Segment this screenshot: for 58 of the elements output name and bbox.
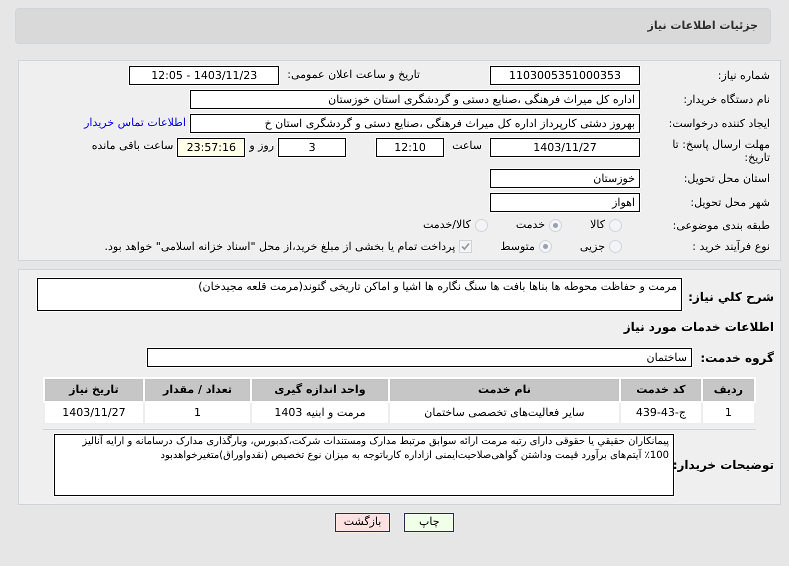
- radio-button[interactable]: [609, 218, 622, 232]
- field-label: تاریخ و ساعت اعلان عمومی:: [287, 67, 420, 84]
- field-label: ساعت باقی مانده: [92, 138, 174, 154]
- radio-label: کالا: [590, 217, 605, 233]
- radio-button[interactable]: [538, 240, 552, 254]
- field-label: استان محل تحویل:: [682, 172, 770, 185]
- field-label: شماره نیاز:: [716, 69, 770, 82]
- announce-date-field[interactable]: 1403/11/23 - 12:05: [129, 66, 280, 85]
- page-header: جزئیات اطلاعات نیاز: [15, 8, 771, 44]
- table-cell: 1403/11/27: [44, 402, 144, 424]
- city-field[interactable]: اهواز: [490, 193, 640, 212]
- table-cell: مرمت و ابنیه 1403: [251, 402, 389, 424]
- service-group-field[interactable]: ساختمان: [147, 348, 692, 367]
- buyer-notes-textarea[interactable]: پیمانکاران حقیقي یا حقوقی دارای رتبه مرمت ارائه سوابق مرتبط مدارک ومستندات شرکت،کدبورس، وبارگذاری مدارک درسامانه و ارایه آنالیز 100٪ آیتم‌های برآورد قیمت وداشتن گواهی‌صلاحیت‌ایمنی ازاداره کاربا‌توجه به میزان نوع تخصیص (نقدواوراق)متغیرخواهدبود: [54, 434, 674, 496]
- radio-label: متوسط: [500, 238, 535, 255]
- checkbox-label: پرداخت تمام یا بخشی از مبلغ خرید،از محل "اسناد خزانه اسلامی" خواهد بود.: [104, 238, 456, 255]
- column-header: نام خدمت: [388, 378, 620, 402]
- field-label: ساعت: [452, 138, 482, 154]
- print-button[interactable]: چاپ: [404, 513, 454, 532]
- radio-label: جزیی: [580, 238, 605, 255]
- table-cell: 1: [144, 402, 252, 424]
- field-label: نوع فرآیند خرید :: [691, 240, 770, 254]
- column-header: تاریخ نیاز: [44, 378, 144, 402]
- field-label: روز و: [249, 138, 274, 154]
- column-header: ردیف: [702, 378, 755, 402]
- column-header: کد خدمت: [620, 378, 702, 402]
- check-icon: [461, 242, 470, 252]
- remaining-time-field[interactable]: 23:57:16: [177, 138, 246, 157]
- radio-button[interactable]: [549, 218, 562, 232]
- radio-label: کالا/خدمت: [423, 217, 471, 233]
- deadline-time-field[interactable]: 12:10: [376, 138, 444, 157]
- radio-label: خدمت: [516, 217, 546, 233]
- days-field[interactable]: 3: [278, 138, 346, 157]
- table-cell: 1: [702, 402, 755, 424]
- field-label: توضیحات خریدار:: [674, 457, 774, 474]
- field-label: شهر محل تحویل:: [689, 196, 770, 209]
- field-label: گروه خدمت:: [699, 350, 774, 366]
- column-header: واحد اندازه گیری: [251, 378, 389, 402]
- field-label: طبقه بندی موضوعی:: [672, 218, 770, 232]
- table-cell: سایر فعالیت‌های تخصصی ساختمان: [388, 402, 620, 424]
- field-label: نام دستگاه خریدار:: [682, 93, 770, 106]
- back-button[interactable]: بازگشت: [334, 513, 390, 532]
- checkbox[interactable]: [459, 240, 472, 254]
- creator-field[interactable]: بهروز دشتی کارپرداز اداره کل میراث فرهنگی ،صنایع دستی و گردشگری استان خ: [190, 114, 640, 133]
- need-number-field[interactable]: 1103005351000353: [490, 66, 640, 85]
- field-label: شرح کلي نياز:: [687, 289, 774, 306]
- contact-link[interactable]: اطلاعات تماس خریدار: [84, 115, 186, 132]
- province-field[interactable]: خوزستان: [490, 169, 640, 188]
- field-label: مهلت ارسال پاسخ: تا تاریخ:: [671, 138, 770, 164]
- field-label: ایجاد کننده درخواست:: [668, 117, 770, 130]
- section-title: اطلاعات خدمات مورد نياز: [622, 319, 774, 336]
- radio-button[interactable]: [609, 240, 622, 254]
- column-header: تعداد / مقدار: [144, 378, 252, 402]
- radio-button[interactable]: [474, 218, 488, 232]
- table-cell: ج-43-439: [620, 402, 702, 424]
- buyer-field[interactable]: اداره کل میراث فرهنگی ،صنایع دستی و گردشگری استان خوزستان: [190, 90, 640, 109]
- deadline-date-field[interactable]: 1403/11/27: [490, 138, 640, 157]
- description-textarea[interactable]: مرمت و حفاظت محوطه ها بناها بافت ها سنگ نگاره ها اشیا و اماکن تاریخی گتوند(مرمت قلعه مجیدخان): [37, 278, 682, 311]
